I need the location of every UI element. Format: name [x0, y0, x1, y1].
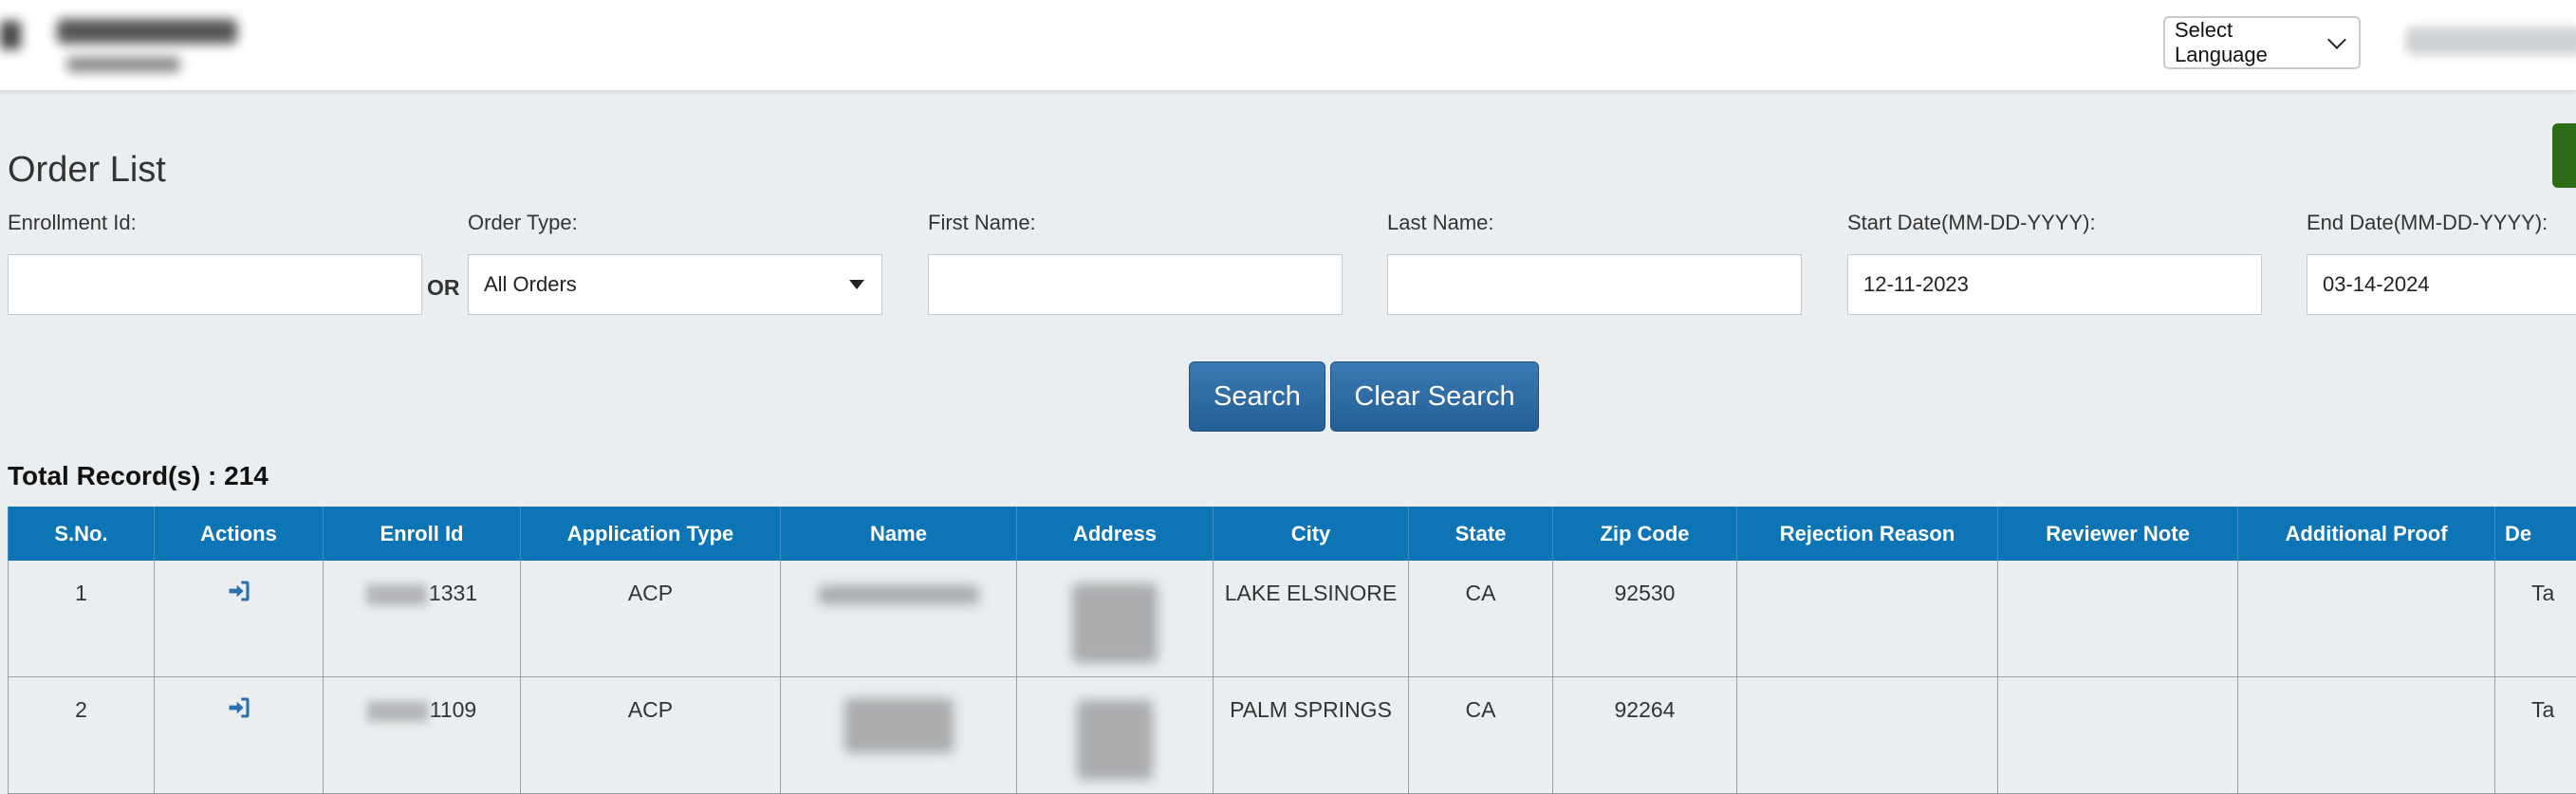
additional-proof-cell — [2238, 561, 2495, 677]
partial-cell: Ta — [2495, 677, 2576, 794]
state-cell: CA — [1409, 677, 1553, 794]
page-title: Order List — [8, 150, 166, 191]
enroll-id-cell: 1109 — [324, 677, 521, 794]
actions-cell — [155, 677, 324, 794]
caret-down-icon — [849, 280, 864, 289]
table-header-row: S.No. Actions Enroll Id Application Type… — [9, 507, 2576, 561]
city-cell: LAKE ELSINORE — [1214, 561, 1409, 677]
order-type-label: Order Type: — [468, 211, 578, 235]
end-date-label: End Date(MM-DD-YYYY): — [2307, 211, 2548, 235]
start-date-input[interactable] — [1847, 254, 2262, 315]
name-cell — [781, 677, 1017, 794]
order-type-select[interactable]: All Orders — [468, 254, 882, 315]
reviewer-note-cell — [1998, 677, 2238, 794]
green-action-button[interactable] — [2552, 123, 2576, 188]
user-menu[interactable] — [2405, 27, 2576, 55]
column-header[interactable]: Actions — [155, 507, 324, 561]
column-header[interactable]: Name — [781, 507, 1017, 561]
last-name-input[interactable] — [1387, 254, 1802, 315]
start-date-label: Start Date(MM-DD-YYYY): — [1847, 211, 2096, 235]
address-redacted — [1077, 700, 1153, 780]
rejection-reason-cell — [1737, 561, 1998, 677]
sno-cell: 2 — [9, 677, 155, 794]
address-cell — [1017, 561, 1214, 677]
enrollment-id-input[interactable] — [8, 254, 422, 315]
column-header[interactable]: Zip Code — [1553, 507, 1737, 561]
clear-search-button[interactable]: Clear Search — [1330, 361, 1539, 432]
last-name-label: Last Name: — [1387, 211, 1494, 235]
address-redacted — [1072, 583, 1158, 663]
column-header[interactable]: Rejection Reason — [1737, 507, 1998, 561]
enroll-id-cell: 1331 — [324, 561, 521, 677]
enroll-id-suffix: 1331 — [429, 581, 477, 605]
name-redacted — [818, 585, 979, 604]
logo — [0, 8, 285, 83]
column-header[interactable]: De — [2495, 507, 2576, 561]
column-header[interactable]: State — [1409, 507, 1553, 561]
sign-in-arrow-icon[interactable] — [226, 694, 252, 721]
search-button[interactable]: Search — [1189, 361, 1325, 432]
enroll-id-redacted — [366, 584, 427, 605]
sno-cell: 1 — [9, 561, 155, 677]
partial-cell: Ta — [2495, 561, 2576, 677]
first-name-input[interactable] — [928, 254, 1343, 315]
language-select-label: Select Language — [2175, 18, 2330, 67]
city-cell: PALM SPRINGS — [1214, 677, 1409, 794]
table-row: 2 1109 ACP PALM SPRINGS CA 92264 — [9, 677, 2576, 794]
chevron-down-icon — [2327, 30, 2346, 49]
rejection-reason-cell — [1737, 677, 1998, 794]
app-type-cell: ACP — [521, 561, 781, 677]
language-select[interactable]: Select Language — [2163, 16, 2361, 69]
actions-cell — [155, 561, 324, 677]
end-date-input[interactable] — [2307, 254, 2576, 315]
first-name-label: First Name: — [928, 211, 1036, 235]
reviewer-note-cell — [1998, 561, 2238, 677]
table-row: 1 1331 ACP LAKE ELSINORE CA 92530 — [9, 561, 2576, 677]
zip-cell: 92530 — [1553, 561, 1737, 677]
column-header[interactable]: Address — [1017, 507, 1214, 561]
name-redacted — [844, 698, 954, 753]
app-type-cell: ACP — [521, 677, 781, 794]
enroll-id-redacted — [367, 701, 428, 722]
additional-proof-cell — [2238, 677, 2495, 794]
top-bar: Select Language — [0, 0, 2576, 91]
column-header[interactable]: S.No. — [9, 507, 155, 561]
state-cell: CA — [1409, 561, 1553, 677]
column-header[interactable]: City — [1214, 507, 1409, 561]
enroll-id-suffix: 1109 — [430, 697, 476, 722]
address-cell — [1017, 677, 1214, 794]
enrollment-id-label: Enrollment Id: — [8, 211, 137, 235]
sign-in-arrow-icon[interactable] — [226, 578, 252, 604]
or-separator: OR — [427, 275, 460, 301]
column-header[interactable]: Additional Proof — [2238, 507, 2495, 561]
column-header[interactable]: Enroll Id — [324, 507, 521, 561]
column-header[interactable]: Reviewer Note — [1998, 507, 2238, 561]
column-header[interactable]: Application Type — [521, 507, 781, 561]
name-cell — [781, 561, 1017, 677]
total-records: Total Record(s) : 214 — [8, 461, 269, 491]
zip-cell: 92264 — [1553, 677, 1737, 794]
orders-table: S.No. Actions Enroll Id Application Type… — [8, 507, 2576, 794]
order-type-value: All Orders — [484, 272, 577, 297]
